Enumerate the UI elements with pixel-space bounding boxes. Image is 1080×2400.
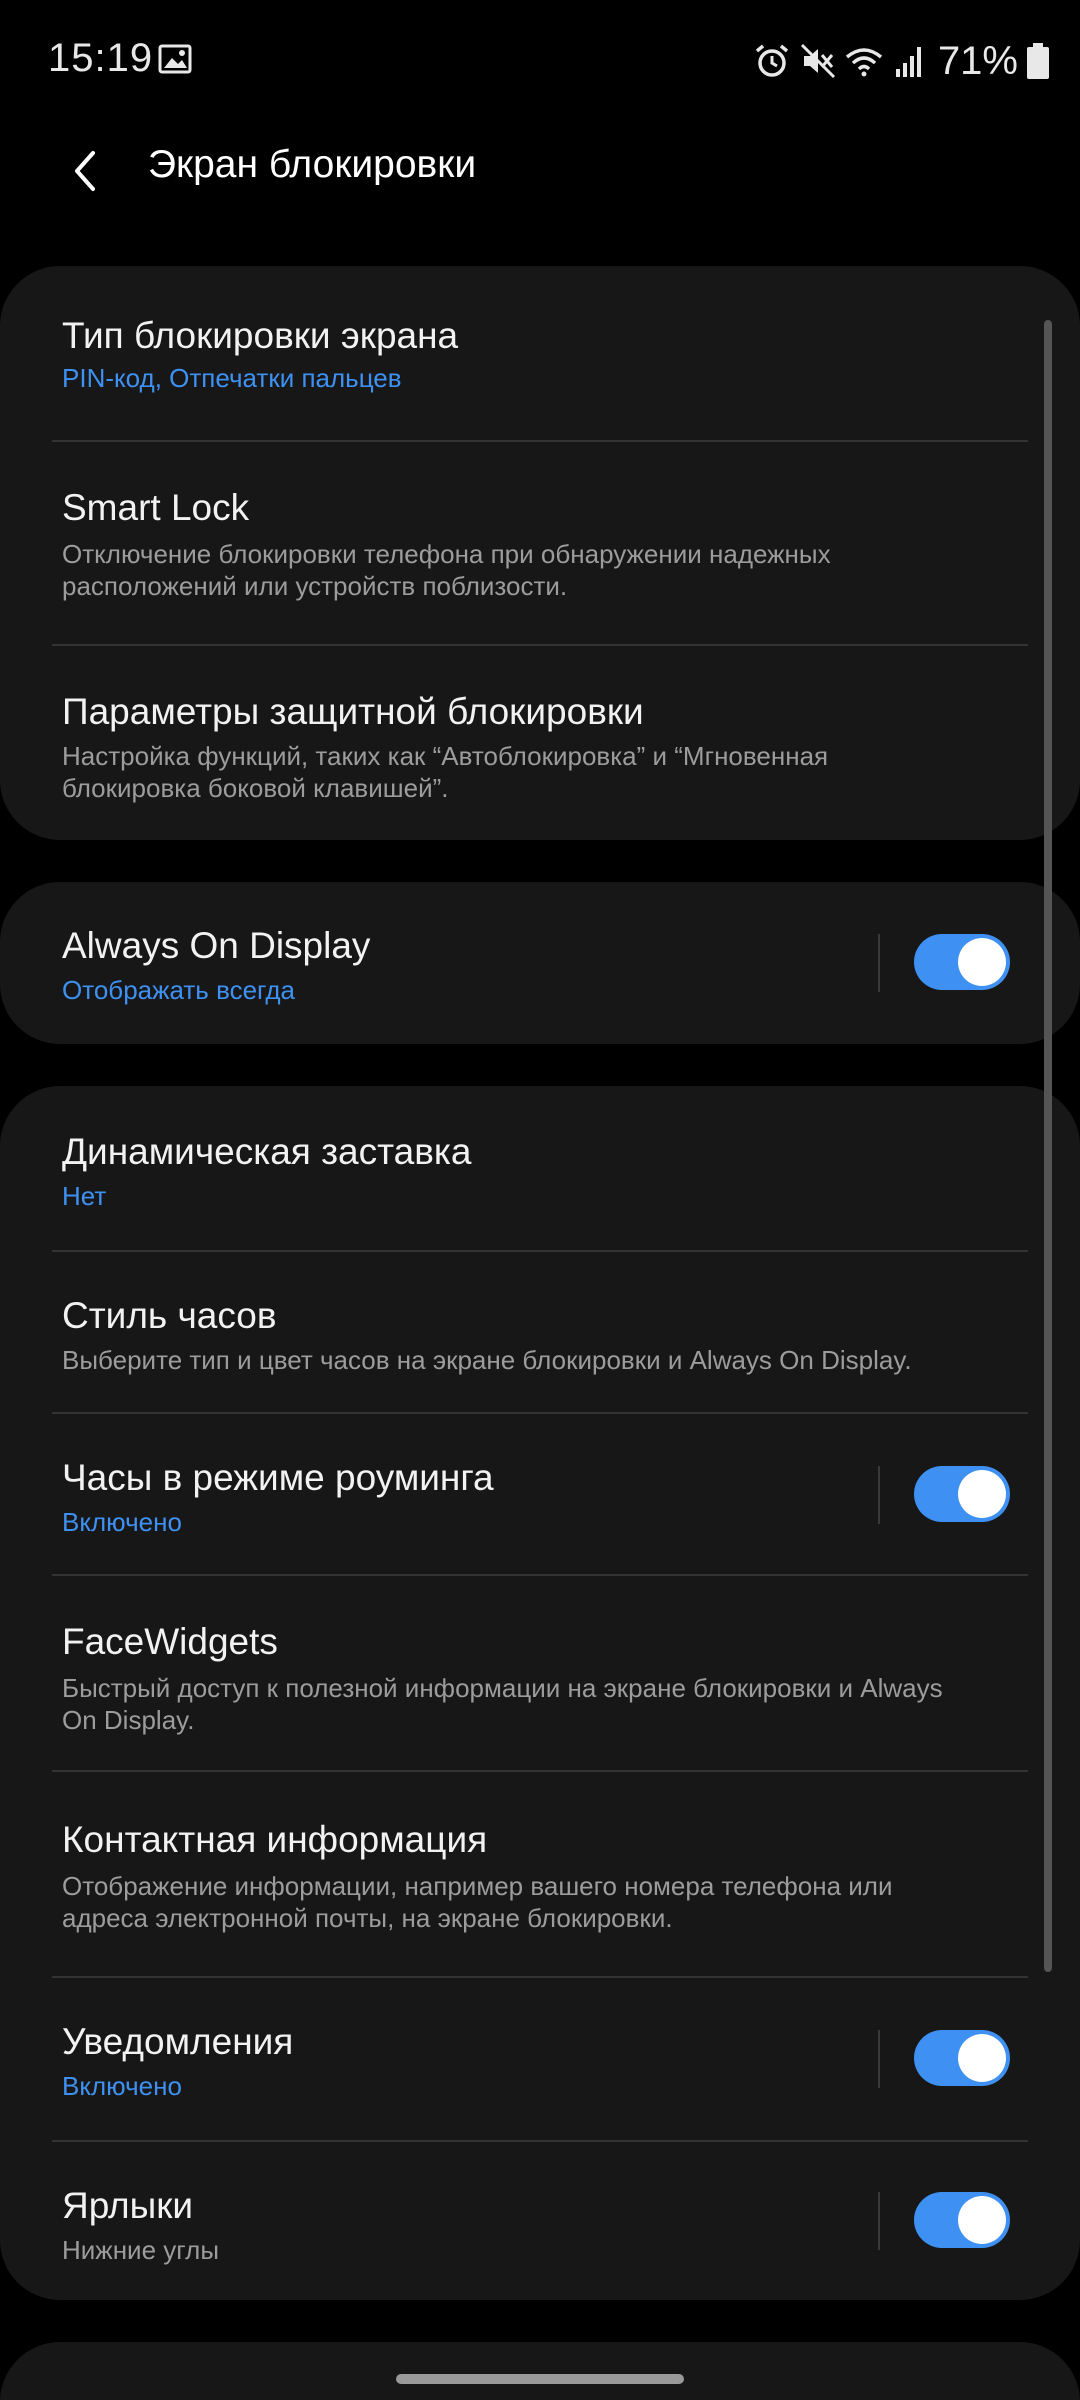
facewidgets-item[interactable]: FaceWidgets Быстрый доступ к полезной ин… <box>0 1576 1080 1770</box>
clock-style-description: Выберите тип и цвет часов на экране блок… <box>62 1345 912 1375</box>
mute-icon <box>800 43 835 79</box>
vertical-separator <box>878 1466 880 1524</box>
vertical-separator <box>878 934 880 992</box>
facewidgets-title: FaceWidgets <box>62 1621 278 1662</box>
roaming-clock-toggle[interactable] <box>914 1466 1010 1522</box>
contact-info-item[interactable]: Контактная информация Отображение информ… <box>0 1772 1080 1976</box>
next-group-card <box>0 2342 1080 2400</box>
shortcuts-value: Нижние углы <box>62 2235 220 2265</box>
secure-lock-settings-item[interactable]: Параметры защитной блокировки Настройка … <box>0 646 1080 840</box>
lock-type-item[interactable]: Тип блокировки экрана PIN-код, Отпечатки… <box>0 266 1080 440</box>
lock-type-value: PIN-код, Отпечатки пальцев <box>62 363 402 393</box>
signal-icon <box>895 47 921 77</box>
roaming-clock-item[interactable]: Часы в режиме роуминга Включено <box>0 1414 1080 1574</box>
vertical-separator <box>878 2192 880 2250</box>
scrollbar[interactable] <box>1044 320 1052 1972</box>
page-title: Экран блокировки <box>148 143 477 186</box>
contact-info-description: Отображение информации, например вашего … <box>62 1871 893 1933</box>
always-on-display-item[interactable]: Always On Display Отображать всегда <box>0 882 1080 1044</box>
gallery-icon <box>158 44 192 74</box>
aod-toggle[interactable] <box>914 934 1010 990</box>
notifications-title: Уведомления <box>62 2021 294 2062</box>
back-arrow-icon <box>75 151 95 191</box>
shortcuts-item[interactable]: Ярлыки Нижние углы <box>0 2142 1080 2300</box>
status-icons: 71% <box>746 36 1050 86</box>
aod-title: Always On Display <box>62 925 371 966</box>
smart-lock-description: Отключение блокировки телефона при обнар… <box>62 539 831 601</box>
lock-type-title: Тип блокировки экрана <box>62 315 459 356</box>
notifications-item[interactable]: Уведомления Включено <box>0 1978 1080 2140</box>
security-group-card: Тип блокировки экрана PIN-код, Отпечатки… <box>0 266 1080 840</box>
dynamic-wallpaper-value: Нет <box>62 1181 107 1211</box>
battery-percentage: 71% <box>937 38 1018 83</box>
aod-value: Отображать всегда <box>62 975 295 1005</box>
secure-lock-title: Параметры защитной блокировки <box>62 691 644 732</box>
screen: 15:19 71% Экран блокировки Тип блокировк… <box>0 0 1080 2400</box>
app-bar: Экран блокировки <box>0 120 1080 210</box>
wifi-icon <box>845 48 883 77</box>
clock-style-title: Стиль часов <box>62 1295 277 1336</box>
notifications-toggle[interactable] <box>914 2030 1010 2086</box>
notifications-value: Включено <box>62 2071 182 2101</box>
secure-lock-description: Настройка функций, таких как “Автоблокир… <box>62 741 829 803</box>
smart-lock-item[interactable]: Smart Lock Отключение блокировки телефон… <box>0 442 1080 644</box>
clock-style-item[interactable]: Стиль часов Выберите тип и цвет часов на… <box>0 1252 1080 1412</box>
battery-icon <box>1027 43 1049 79</box>
alarm-icon <box>755 44 789 77</box>
home-indicator[interactable] <box>396 2374 684 2384</box>
back-button[interactable] <box>50 136 120 206</box>
smart-lock-title: Smart Lock <box>62 487 250 528</box>
shortcuts-title: Ярлыки <box>62 2185 194 2226</box>
lockscreen-options-card: Динамическая заставка Нет Стиль часов Вы… <box>0 1086 1080 2300</box>
shortcuts-toggle[interactable] <box>914 2192 1010 2248</box>
status-bar: 15:19 71% <box>0 0 1080 120</box>
status-time: 15:19 <box>48 36 154 80</box>
facewidgets-description: Быстрый доступ к полезной информации на … <box>62 1673 943 1735</box>
dynamic-wallpaper-title: Динамическая заставка <box>62 1131 472 1172</box>
vertical-separator <box>878 2030 880 2088</box>
aod-group-card: Always On Display Отображать всегда <box>0 882 1080 1044</box>
roaming-clock-value: Включено <box>62 1507 182 1537</box>
roaming-clock-title: Часы в режиме роуминга <box>62 1457 494 1498</box>
dynamic-wallpaper-item[interactable]: Динамическая заставка Нет <box>0 1086 1080 1250</box>
contact-info-title: Контактная информация <box>62 1819 488 1860</box>
